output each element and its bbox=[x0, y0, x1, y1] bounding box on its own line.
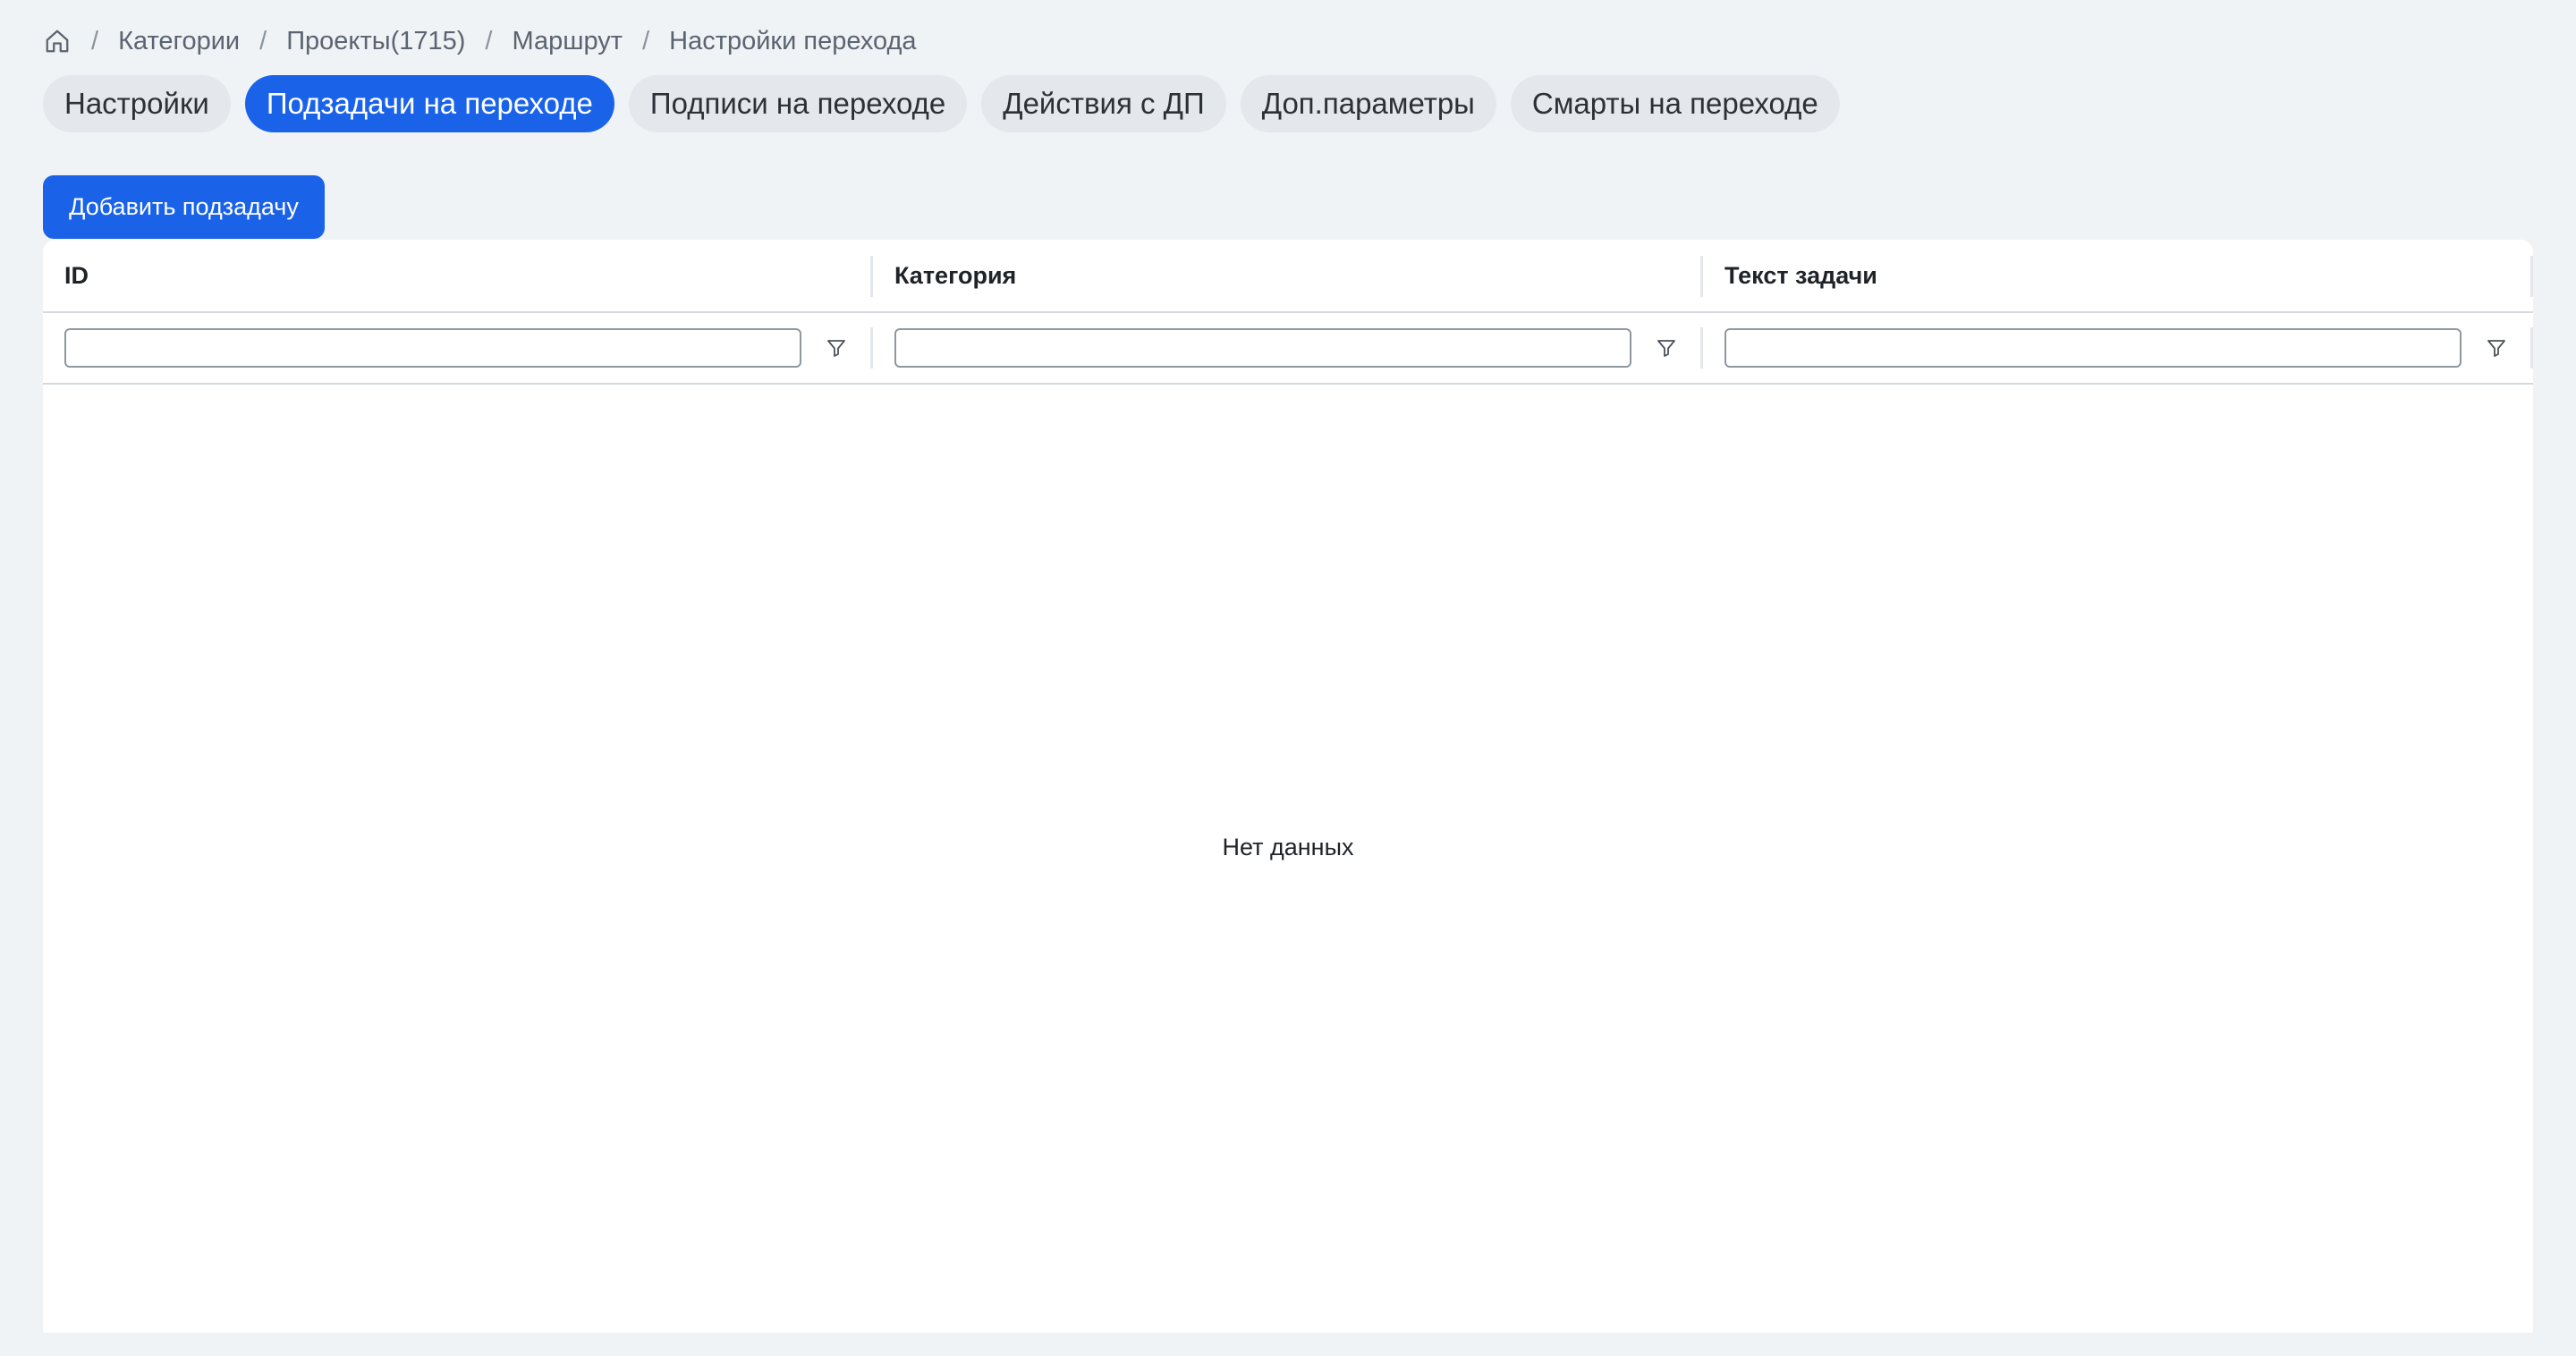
breadcrumb-categories[interactable]: Категории bbox=[118, 27, 240, 56]
tab-smarts[interactable]: Смарты на переходе bbox=[1510, 75, 1840, 132]
filter-input-category[interactable] bbox=[894, 328, 1631, 368]
filter-icon[interactable] bbox=[1651, 333, 1682, 363]
column-header-task-text[interactable]: Текст задачи bbox=[1703, 240, 2533, 311]
breadcrumb-separator: / bbox=[642, 26, 650, 55]
filter-input-id[interactable] bbox=[64, 328, 801, 368]
breadcrumb: / Категории / Проекты(1715) / Маршрут / … bbox=[43, 23, 917, 59]
add-subtask-button[interactable]: Добавить подзадачу bbox=[43, 175, 325, 239]
breadcrumb-separator: / bbox=[259, 26, 267, 55]
filter-icon[interactable] bbox=[821, 333, 852, 363]
table-header: ID Категория Текст задачи bbox=[43, 240, 2533, 313]
filter-cell-task-text bbox=[1703, 313, 2533, 383]
filter-cell-category bbox=[873, 313, 1703, 383]
subtasks-table: ID Категория Текст задачи Нет данных bbox=[43, 240, 2533, 1333]
home-icon[interactable] bbox=[43, 27, 72, 55]
breadcrumb-projects[interactable]: Проекты(1715) bbox=[286, 27, 465, 56]
tab-doc-actions[interactable]: Действия с ДП bbox=[981, 75, 1226, 132]
tab-signatures[interactable]: Подписи на переходе bbox=[628, 75, 968, 132]
filter-input-task-text[interactable] bbox=[1724, 328, 2462, 368]
column-header-category[interactable]: Категория bbox=[873, 240, 1703, 311]
filter-cell-id bbox=[43, 313, 873, 383]
column-header-id[interactable]: ID bbox=[43, 240, 873, 311]
breadcrumb-separator: / bbox=[91, 26, 99, 55]
tab-bar: Настройки Подзадачи на переходе Подписи … bbox=[43, 75, 1840, 132]
tab-extra-params[interactable]: Доп.параметры bbox=[1240, 75, 1496, 132]
empty-state-text: Нет данных bbox=[1222, 834, 1354, 860]
breadcrumb-route[interactable]: Маршрут bbox=[512, 27, 623, 56]
breadcrumb-current: Настройки перехода bbox=[669, 26, 917, 55]
tab-subtasks[interactable]: Подзадачи на переходе bbox=[244, 75, 614, 132]
tab-settings[interactable]: Настройки bbox=[43, 75, 231, 132]
filter-row bbox=[43, 313, 2533, 385]
breadcrumb-separator: / bbox=[485, 26, 493, 55]
filter-icon[interactable] bbox=[2481, 333, 2512, 363]
